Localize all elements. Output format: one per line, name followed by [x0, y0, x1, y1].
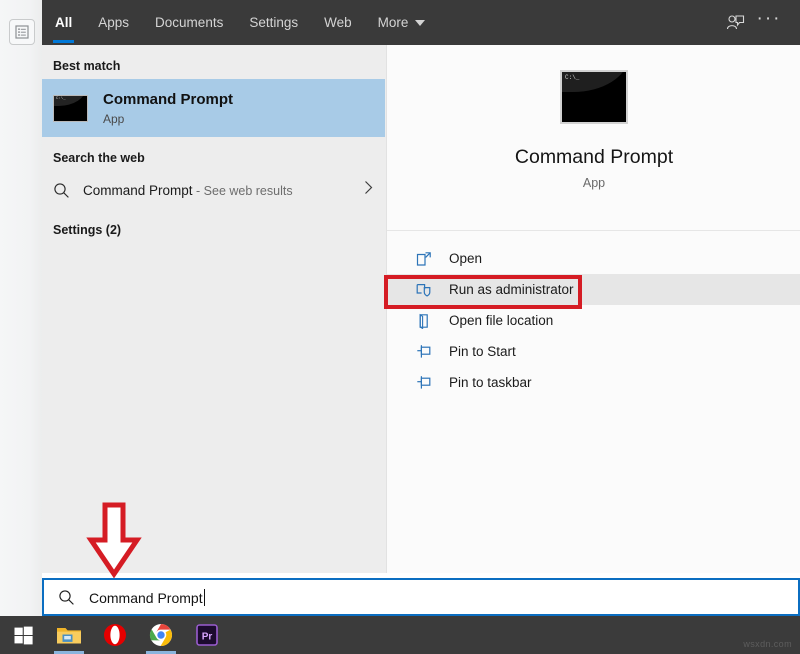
action-open[interactable]: Open	[387, 243, 800, 274]
action-pin-to-start-label: Pin to Start	[449, 344, 516, 359]
web-result-item[interactable]: Command Prompt - See web results	[42, 171, 385, 209]
app-preview-subtitle: App	[583, 176, 605, 190]
open-external-icon	[414, 249, 434, 269]
app-preview-title: Command Prompt	[515, 146, 673, 169]
shield-run-icon	[414, 280, 434, 300]
action-open-file-location-label: Open file location	[449, 313, 553, 328]
tab-apps[interactable]: Apps	[85, 0, 142, 45]
svg-text:Pr: Pr	[202, 631, 213, 642]
search-icon	[58, 589, 75, 606]
open-external-glyph	[416, 251, 432, 267]
text-cursor	[204, 589, 205, 606]
feedback-person-icon[interactable]	[718, 6, 752, 40]
best-match-header: Best match	[42, 45, 385, 79]
start-button[interactable]	[0, 616, 46, 654]
pin-icon	[414, 373, 434, 393]
app-action-list: Open Run as administrator	[387, 231, 800, 398]
pin-glyph	[416, 344, 433, 359]
app-preview-header: C:\_ Command Prompt App	[387, 45, 800, 231]
command-prompt-icon: C:\_	[560, 70, 628, 124]
action-pin-to-taskbar[interactable]: Pin to taskbar	[387, 367, 800, 398]
shield-run-glyph	[416, 282, 433, 298]
web-result-query: Command Prompt	[83, 183, 193, 198]
list-view-icon[interactable]	[9, 19, 35, 45]
desktop-background	[0, 0, 42, 616]
windows-logo-icon	[14, 626, 33, 645]
action-pin-to-start[interactable]: Pin to Start	[387, 336, 800, 367]
search-icon	[53, 182, 70, 199]
folder-location-icon	[414, 311, 434, 331]
tab-settings-label: Settings	[249, 15, 298, 30]
more-options-icon[interactable]: ···	[752, 2, 786, 44]
command-prompt-icon-text: C:\_	[56, 97, 66, 101]
pin-icon	[414, 342, 434, 362]
start-search-window: All Apps Documents Settings Web More	[42, 0, 800, 573]
search-input-value: Command Prompt	[89, 590, 203, 606]
action-open-label: Open	[449, 251, 482, 266]
action-pin-to-taskbar-label: Pin to taskbar	[449, 375, 532, 390]
tab-apps-label: Apps	[98, 15, 129, 30]
tab-all-label: All	[55, 15, 72, 30]
tab-more[interactable]: More	[365, 0, 439, 45]
watermark-text: wsxdn.com	[743, 639, 792, 649]
taskbar: Pr wsxdn.com	[0, 616, 800, 654]
red-down-arrow-glyph	[86, 502, 142, 578]
opera-button[interactable]	[92, 616, 138, 654]
web-result-suffix: - See web results	[193, 184, 293, 198]
ellipsis-label: ···	[757, 15, 782, 23]
opera-icon	[103, 623, 127, 647]
action-open-file-location[interactable]: Open file location	[387, 305, 800, 336]
command-prompt-icon: C:\_	[53, 95, 88, 122]
folder-icon	[56, 624, 82, 646]
tab-documents[interactable]: Documents	[142, 0, 236, 45]
tab-all[interactable]: All	[42, 0, 85, 45]
tab-settings[interactable]: Settings	[236, 0, 311, 45]
command-prompt-icon-text: C:\_	[565, 74, 579, 81]
folder-location-glyph	[416, 313, 432, 329]
search-filter-header: All Apps Documents Settings Web More	[42, 0, 800, 45]
search-the-web-header: Search the web	[42, 137, 385, 171]
action-run-as-administrator[interactable]: Run as administrator	[387, 274, 800, 305]
action-run-as-administrator-label: Run as administrator	[449, 282, 574, 297]
pin-glyph	[416, 375, 433, 390]
premiere-pro-icon: Pr	[196, 624, 218, 646]
search-input-value-wrapper: Command Prompt	[89, 589, 205, 606]
list-view-glyph	[15, 25, 29, 39]
header-actions: ···	[718, 0, 800, 45]
result-item-command-prompt[interactable]: C:\_ Command Prompt App	[42, 79, 385, 137]
taskbar-search-input[interactable]: Command Prompt	[42, 578, 800, 616]
chevron-down-icon	[415, 20, 425, 26]
chrome-button[interactable]	[138, 616, 184, 654]
tab-web-label: Web	[324, 15, 352, 30]
settings-results-header: Settings (2)	[42, 209, 385, 243]
result-item-title: Command Prompt	[103, 90, 233, 109]
result-item-text: Command Prompt App	[103, 90, 233, 126]
tab-documents-label: Documents	[155, 15, 223, 30]
chevron-right-icon[interactable]	[364, 180, 373, 200]
app-preview-pane: C:\_ Command Prompt App Open	[386, 45, 800, 573]
feedback-person-glyph	[726, 13, 745, 32]
tab-web[interactable]: Web	[311, 0, 365, 45]
file-explorer-button[interactable]	[46, 616, 92, 654]
premiere-button[interactable]: Pr	[184, 616, 230, 654]
tab-more-label: More	[378, 15, 409, 30]
web-result-label: Command Prompt - See web results	[83, 183, 293, 198]
result-item-subtitle: App	[103, 112, 233, 126]
chrome-icon	[149, 623, 173, 647]
search-results-pane: Best match C:\_ Command Prompt App Searc…	[42, 45, 385, 573]
red-down-arrow	[86, 502, 142, 578]
chevron-right-glyph	[364, 180, 373, 195]
